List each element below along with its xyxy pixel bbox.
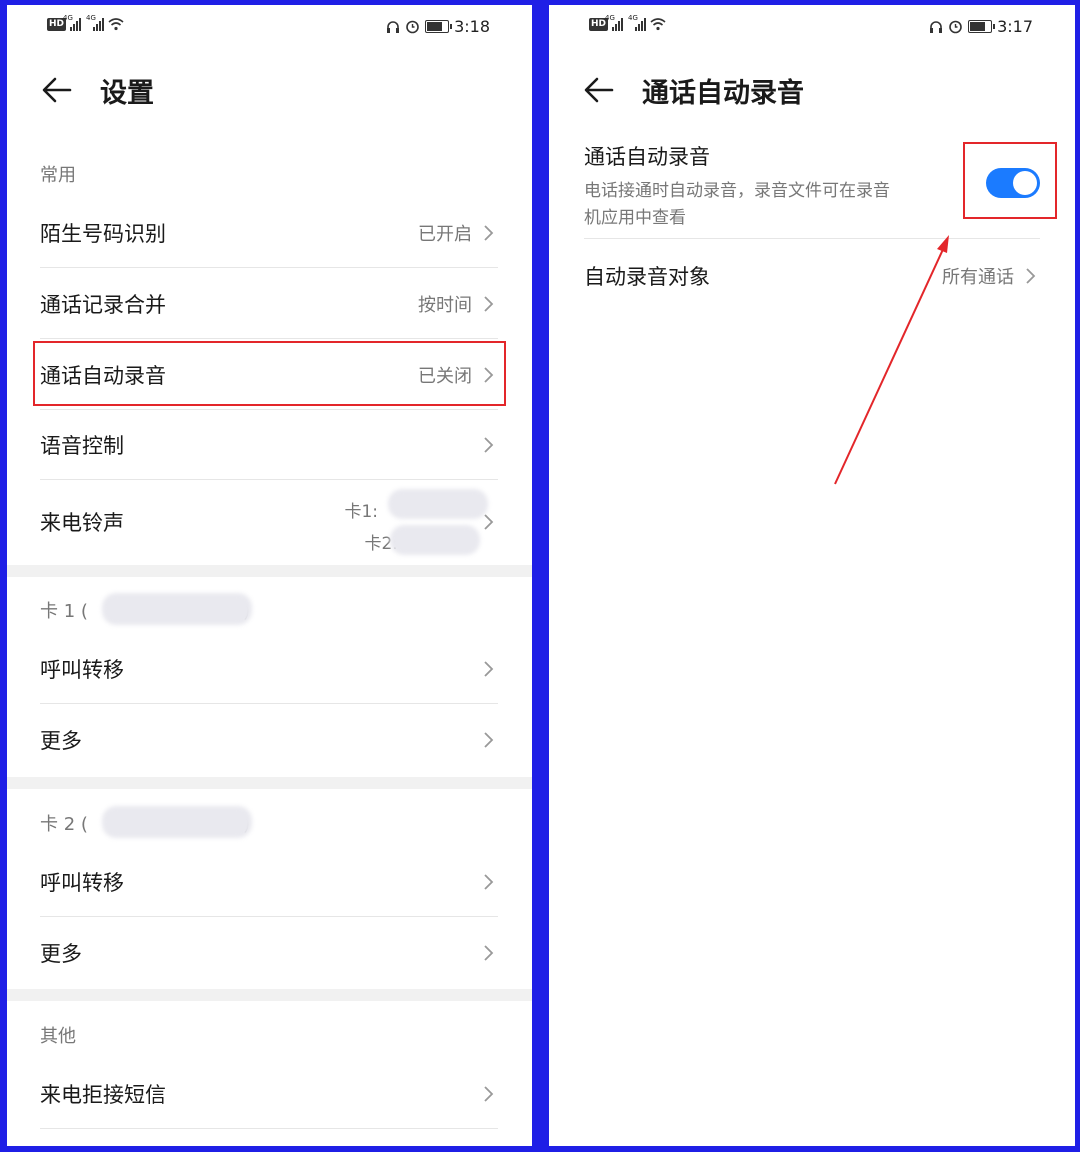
row-label: 呼叫转移 [40,658,124,682]
chevron-right-icon [484,661,494,677]
signal-icon: 4G [63,14,82,31]
wifi-icon [108,18,124,31]
section-title-other: 其他 [40,1026,76,1047]
section-gap [7,777,532,789]
headset-icon [387,20,400,33]
battery-icon [425,20,453,33]
back-arrow-icon[interactable] [40,73,74,107]
settings-row-voice-control[interactable]: 语音控制 [40,410,498,480]
status-bar: HD 4G 4G 3:18 [7,14,532,41]
settings-row-unknown-number[interactable]: 陌生号码识别 已开启 [40,198,498,268]
settings-row-more[interactable]: 更多 [40,918,498,988]
settings-row-more[interactable]: 更多 [40,705,498,775]
chevron-right-icon [484,945,494,961]
chevron-right-icon [484,514,494,530]
annotation-arrow [834,235,949,485]
chevron-right-icon [484,225,494,241]
section-gap [7,565,532,577]
settings-screen: HD 4G 4G 3:18 设置 常用 陌生号码识别 已开启 通话记录合并 按时… [7,5,532,1146]
chevron-right-icon [484,296,494,312]
row-label: 来电拒接短信 [40,1083,166,1107]
settings-row-call-forwarding[interactable]: 呼叫转移 [40,847,498,917]
chevron-right-icon [484,1086,494,1102]
row-label: 更多 [40,942,82,966]
ringtone-card1-value: 卡1: [344,502,378,522]
chevron-right-icon [484,437,494,453]
row-label: 陌生号码识别 [40,222,166,246]
settings-row-ringtone[interactable]: 来电铃声 卡1: 卡2: [40,481,498,563]
chevron-right-icon [484,732,494,748]
settings-row-call-forwarding[interactable]: 呼叫转移 [40,634,498,704]
redacted-area [388,489,488,519]
row-label: 语音控制 [40,434,124,458]
redacted-area [102,806,252,838]
highlight-box [33,341,506,406]
section-gap [7,989,532,1001]
page-title: 设置 [100,78,154,109]
row-label: 更多 [40,729,82,753]
row-value: 按时间 [418,295,472,316]
chevron-right-icon [484,874,494,890]
alarm-icon [406,20,419,34]
redacted-area [390,525,480,555]
redacted-area [102,593,252,625]
section-title-common: 常用 [40,165,76,186]
row-label: 来电铃声 [40,511,124,535]
signal-icon: 4G [86,14,105,31]
row-label: 通话记录合并 [40,293,166,317]
status-time: 3:18 [454,17,490,36]
settings-row-call-log-merge[interactable]: 通话记录合并 按时间 [40,269,498,339]
settings-row-reject-sms[interactable]: 来电拒接短信 [40,1059,498,1129]
row-value: 已开启 [418,224,472,245]
row-label: 呼叫转移 [40,871,124,895]
auto-record-screen: HD 4G 4G 3:17 通话自动录音 通话自动录音 电话接通时自动录音，录音… [549,5,1075,1146]
